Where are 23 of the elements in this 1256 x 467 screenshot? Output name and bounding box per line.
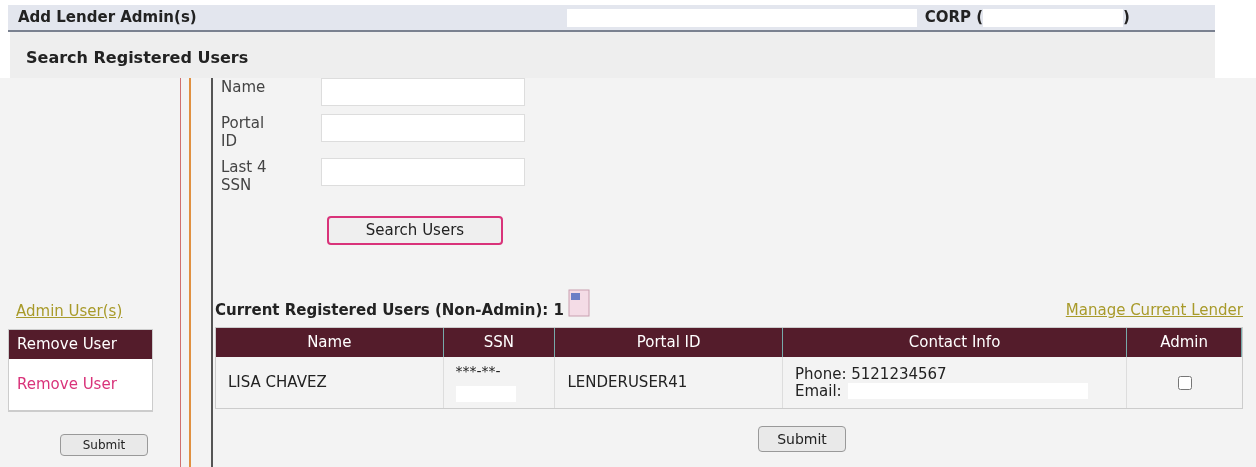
page-title: Add Lender Admin(s) (18, 7, 197, 29)
submit-button[interactable]: Submit (60, 433, 148, 456)
field-label: Portal ID (221, 114, 266, 150)
input-field[interactable] (321, 78, 525, 106)
input-field[interactable] (321, 114, 525, 142)
org-label: CORP ( (924, 7, 984, 29)
field-label: Name (221, 78, 267, 96)
spreadsheet-icon[interactable] (567, 289, 590, 317)
search-users-button[interactable]: Search Users (327, 216, 503, 245)
org-label: ) (1123, 7, 1130, 29)
input-field[interactable] (321, 158, 525, 186)
field-label: Last 4 SSN (221, 158, 268, 194)
table-cell: LENDERUSER41 (555, 357, 783, 408)
users-count-title: Current Registered Users (Non-Admin): 1 (215, 299, 564, 321)
table-cell-text: ***-**- (455, 362, 502, 381)
table-header: Remove User (9, 329, 152, 359)
phone-text: Phone: 5121234567 (794, 365, 948, 383)
table-cell: LISA CHAVEZ (216, 357, 444, 408)
remove-user-link[interactable]: Remove User (17, 372, 117, 396)
section-title: Search Registered Users (26, 48, 249, 67)
submit-button[interactable]: Submit (758, 426, 846, 452)
admin-checkbox[interactable] (1177, 375, 1192, 390)
email-label: Email: (794, 382, 842, 400)
